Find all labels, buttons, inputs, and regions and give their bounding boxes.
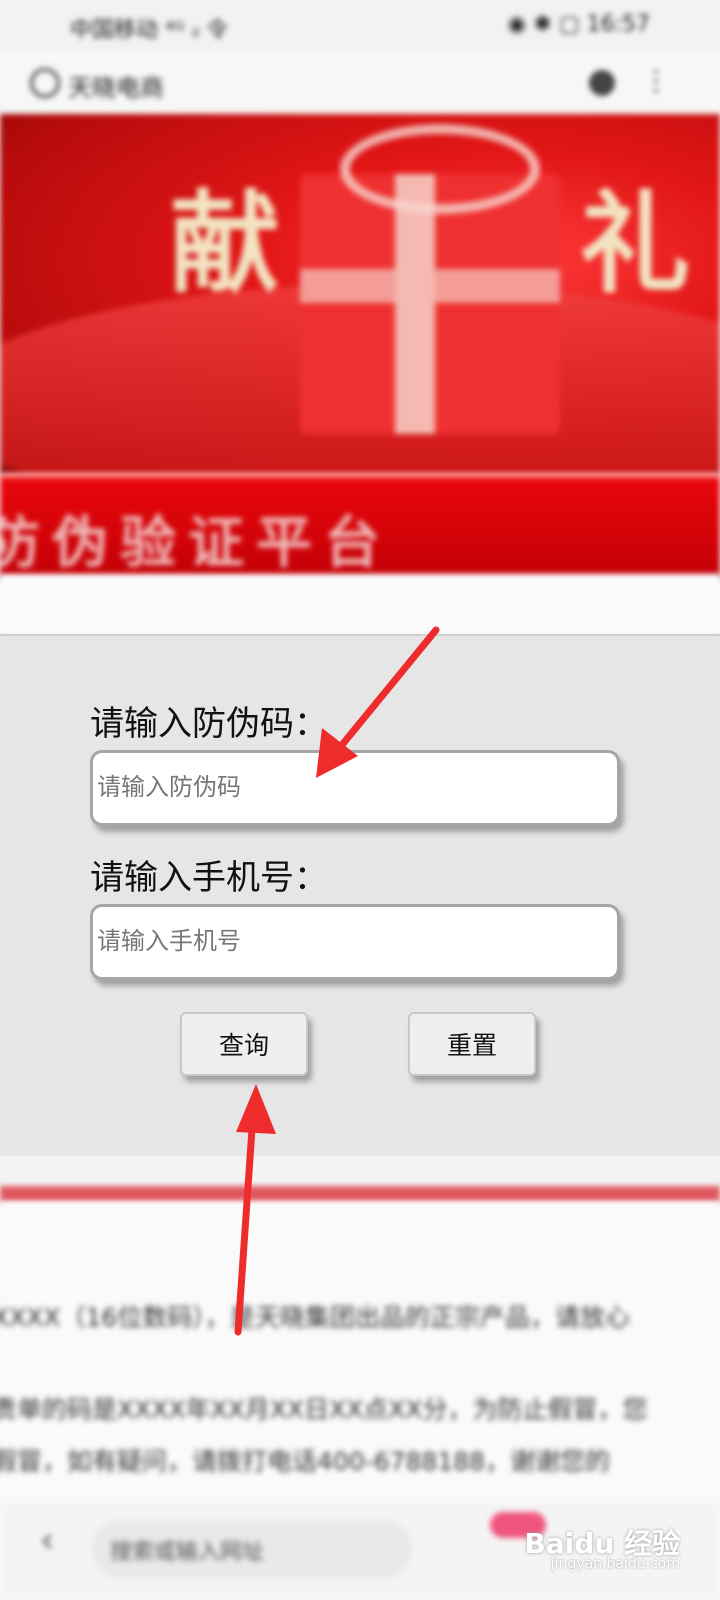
gift-banner: 献 礼 xyxy=(0,114,720,474)
query-button[interactable]: 查询 xyxy=(180,1012,308,1076)
platform-title: 防伪验证平台 xyxy=(0,511,392,576)
browser-toolbar: 天晓电商 ⋮ xyxy=(0,52,720,114)
address-search-text: 搜索或输入网址 xyxy=(110,1540,265,1565)
platform-title-band: 防伪验证平台 xyxy=(0,474,720,578)
more-menu-icon[interactable]: ⋮ xyxy=(642,64,670,97)
code-label: 请输入防伪码： xyxy=(90,705,328,743)
section-spacer xyxy=(0,574,720,634)
banner-calligraphy-left: 献 xyxy=(170,179,280,308)
baidu-watermark-url: jingyan.baidu.com xyxy=(550,1556,680,1572)
status-icons-time: ◉ ✱ ▢ 16:57 xyxy=(507,12,650,37)
banner-calligraphy-right: 礼 xyxy=(580,179,690,308)
status-bar: 中国移动 ⁴ᴳ ᵢₗ 令 ◉ ✱ ▢ 16:57 xyxy=(0,0,720,52)
verification-form: 请输入防伪码： 请输入手机号： 查询 重置 xyxy=(0,634,720,1156)
phone-label: 请输入手机号： xyxy=(90,859,328,897)
info-line-2: 贵单的码是XXXX年XX月XX日XX点XX分，为防止假冒，您 xyxy=(0,1395,648,1424)
back-icon[interactable]: ‹ xyxy=(40,1520,54,1561)
gift-bow-decoration xyxy=(340,124,540,214)
red-divider xyxy=(0,1186,720,1202)
info-line-1: XXXX（16位数码），是天晓集团出品的正宗产品，请放心 xyxy=(0,1303,630,1332)
phone-number-input[interactable] xyxy=(90,904,620,980)
search-icon[interactable] xyxy=(30,68,60,98)
reset-button[interactable]: 重置 xyxy=(408,1012,536,1076)
user-avatar-icon[interactable] xyxy=(589,70,615,96)
anti-counterfeit-code-input[interactable] xyxy=(90,750,620,826)
browser-page-title[interactable]: 天晓电商 xyxy=(68,68,164,103)
address-search-bar[interactable]: 搜索或输入网址 xyxy=(92,1520,412,1578)
info-line-3: 假冒，如有疑问，请拨打电话400-6788188，谢谢您的 xyxy=(0,1447,611,1476)
carrier-signal-text: 中国移动 ⁴ᴳ ᵢₗ 令 xyxy=(70,18,229,43)
